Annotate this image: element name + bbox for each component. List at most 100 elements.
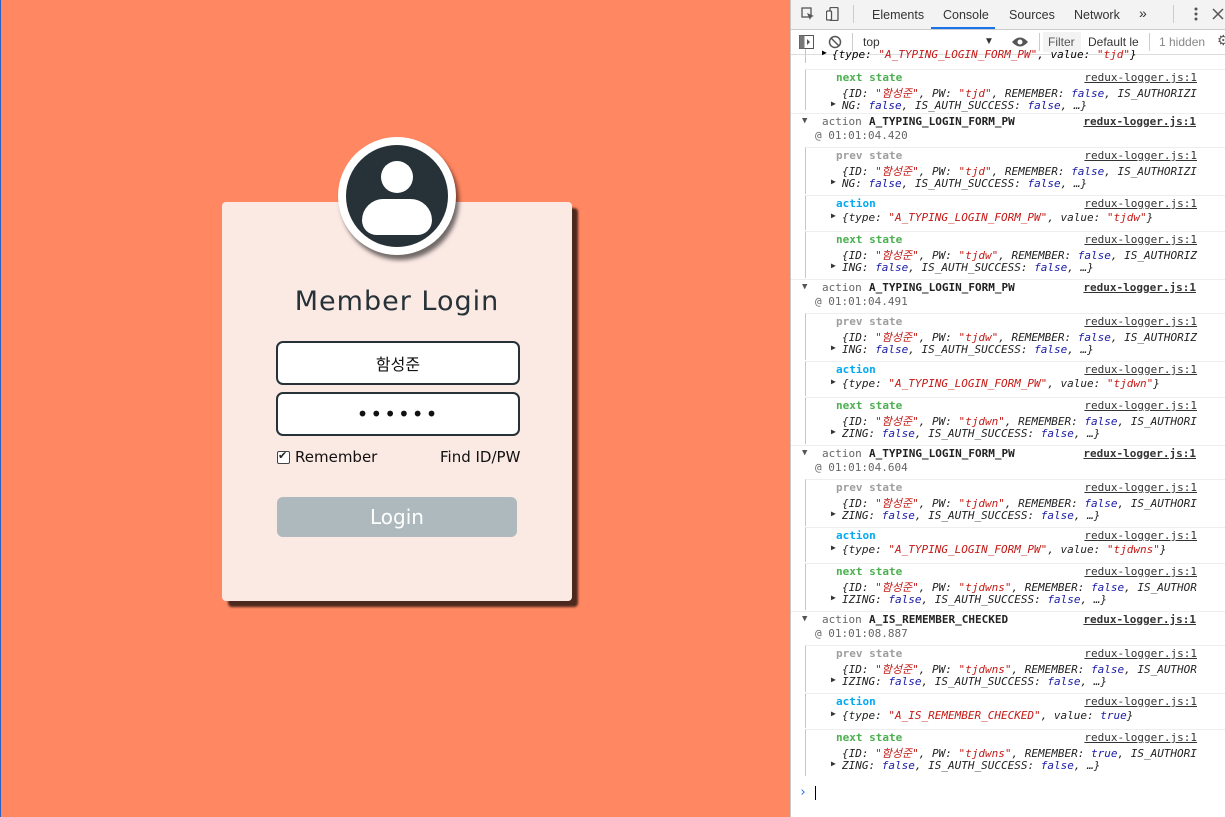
id-input[interactable]: 함성준 (276, 341, 520, 385)
device-toggle-icon[interactable] (826, 7, 840, 21)
eye-icon[interactable] (1011, 36, 1029, 48)
action-name: A_TYPING_LOGIN_FORM_PW (869, 115, 1015, 128)
tab-sources[interactable]: Sources (1009, 8, 1055, 22)
expand-triangle-icon[interactable]: ▶ (831, 675, 836, 684)
filter-input[interactable]: Filter (1048, 35, 1075, 49)
source-link[interactable]: redux-logger.js:1 (1084, 481, 1197, 494)
log-entry[interactable]: action redux-logger.js:1 ▶ {type: "A_TYPING… (805, 195, 1225, 230)
collapse-triangle-icon[interactable]: ▼ (802, 116, 807, 126)
log-line: NG: false, IS_AUTH_SUCCESS: false, …} (842, 99, 1088, 112)
log-entry[interactable]: prev state redux-logger.js:1 {ID: "함성준", P… (805, 147, 1225, 194)
source-link[interactable]: redux-logger.js:1 (1084, 529, 1197, 542)
collapse-triangle-icon[interactable]: ▼ (802, 282, 807, 292)
log-entry[interactable]: next state redux-logger.js:1 {ID: "함성준",… (805, 69, 1225, 112)
find-id-pw-link[interactable]: Find ID/PW (440, 448, 520, 466)
log-line: IZING: false, IS_AUTH_SUCCESS: false, …} (842, 593, 1107, 606)
log-line: {type: "A_TYPING_LOGIN_FORM_PW", value: … (842, 377, 1160, 390)
log-entry[interactable]: prev state redux-logger.js:1 {ID: "함성준", P… (805, 313, 1225, 360)
timestamp: @ 01:01:08.887 (815, 627, 908, 640)
action-word: action (822, 115, 862, 128)
source-link[interactable]: redux-logger.js:1 (1084, 647, 1197, 660)
next-state-label: next state (836, 233, 903, 246)
source-link[interactable]: redux-logger.js:1 (1084, 315, 1197, 328)
action-word: action (822, 447, 862, 460)
log-entry[interactable]: next state redux-logger.js:1 {ID: "함성준", P… (805, 729, 1225, 776)
expand-triangle-icon[interactable]: ▶ (831, 427, 836, 436)
expand-triangle-icon[interactable]: ▶ (831, 211, 836, 220)
action-name: A_IS_REMEMBER_CHECKED (869, 613, 1009, 626)
tab-console[interactable]: Console (943, 8, 989, 22)
remember-checkbox[interactable]: Remember (277, 448, 377, 466)
more-tabs-icon[interactable]: » (1139, 5, 1147, 21)
action-name: A_TYPING_LOGIN_FORM_PW (869, 447, 1015, 460)
console-input[interactable] (815, 786, 816, 800)
close-icon[interactable] (1211, 7, 1225, 21)
context-select[interactable]: top (863, 35, 880, 49)
inspect-element-icon[interactable] (801, 7, 815, 21)
source-link[interactable]: redux-logger.js:1 (1084, 731, 1197, 744)
log-entry[interactable]: next state redux-logger.js:1 {ID: "함성준", P… (805, 231, 1225, 278)
expand-triangle-icon[interactable]: ▶ (831, 709, 836, 718)
avatar (338, 137, 456, 255)
log-line: ING: false, IS_AUTH_SUCCESS: false, …} (842, 343, 1094, 356)
source-link[interactable]: redux-logger.js:1 (1084, 197, 1197, 210)
password-input[interactable]: •••••• (276, 392, 520, 436)
expand-triangle-icon[interactable]: ▶ (831, 509, 836, 518)
expand-triangle-icon[interactable]: ▶ (831, 177, 836, 186)
action-label: action (836, 529, 876, 542)
source-link[interactable]: redux-logger.js:1 (1084, 363, 1197, 376)
log-entry[interactable]: next state redux-logger.js:1 {ID: "함성준", P… (805, 563, 1225, 610)
log-line: {type: "A_IS_REMEMBER_CHECKED", value: t… (842, 709, 1134, 722)
expand-triangle-icon[interactable]: ▶ (831, 593, 836, 602)
clear-console-icon[interactable] (828, 35, 842, 49)
log-entry[interactable]: action redux-logger.js:1 ▶ {type: "A_TYPING… (805, 527, 1225, 562)
log-entry[interactable]: next state redux-logger.js:1 {ID: "함성준", P… (805, 397, 1225, 444)
expand-triangle-icon[interactable]: ▶ (831, 377, 836, 386)
source-link[interactable]: redux-logger.js:1 (1083, 613, 1196, 626)
log-entry[interactable]: prev state redux-logger.js:1 {ID: "함성준", P… (805, 645, 1225, 692)
collapse-triangle-icon[interactable]: ▼ (802, 448, 807, 458)
log-group-header[interactable]: ▼ action A_TYPING_LOGIN_FORM_PW redux-logge… (791, 113, 1225, 147)
log-line: {type: "A_TYPING_LOGIN_FORM_PW", value: … (842, 543, 1167, 556)
source-link[interactable]: redux-logger.js:1 (1084, 565, 1197, 578)
expand-triangle-icon[interactable]: ▶ (831, 543, 836, 552)
source-link[interactable]: redux-logger.js:1 (1083, 281, 1196, 294)
kebab-menu-icon[interactable] (1189, 7, 1203, 21)
log-levels-select[interactable]: Default le (1088, 35, 1139, 49)
log-group-header[interactable]: ▼ action A_IS_REMEMBER_CHECKED redux-logger… (791, 611, 1225, 645)
source-link[interactable]: redux-logger.js:1 (1084, 399, 1197, 412)
source-link[interactable]: redux-logger.js:1 (1084, 71, 1197, 84)
log-entry[interactable]: action redux-logger.js:1 ▶ {type: "A_TYPING… (805, 361, 1225, 396)
gear-icon[interactable]: ⚙ (1217, 32, 1225, 49)
timestamp: @ 01:01:04.604 (815, 461, 908, 474)
log-group-header[interactable]: ▼ action A_TYPING_LOGIN_FORM_PW redux-logge… (791, 445, 1225, 479)
prev-state-label: prev state (836, 149, 903, 162)
context-dropdown-icon[interactable]: ▼ (984, 36, 994, 47)
app-viewport: Member Login 함성준 •••••• Remember Find ID… (0, 0, 790, 817)
action-label: action (836, 197, 876, 210)
source-link[interactable]: redux-logger.js:1 (1084, 149, 1197, 162)
checkbox-checked-icon[interactable] (277, 449, 290, 464)
log-line: {type: "A_TYPING_LOGIN_FORM_PW", value: … (842, 211, 1154, 224)
expand-triangle-icon[interactable]: ▶ (831, 99, 836, 108)
log-group-header[interactable]: ▼ action A_TYPING_LOGIN_FORM_PW redux-logge… (791, 279, 1225, 313)
expand-triangle-icon[interactable]: ▶ (831, 759, 836, 768)
tab-elements[interactable]: Elements (872, 8, 924, 22)
source-link[interactable]: redux-logger.js:1 (1084, 695, 1197, 708)
timestamp: @ 01:01:04.420 (815, 129, 908, 142)
source-link[interactable]: redux-logger.js:1 (1083, 115, 1196, 128)
remember-label: Remember (295, 448, 378, 466)
source-link[interactable]: redux-logger.js:1 (1083, 447, 1196, 460)
sidebar-toggle-icon[interactable] (799, 35, 814, 49)
log-entry[interactable]: prev state redux-logger.js:1 {ID: "함성준", P… (805, 479, 1225, 526)
tab-network[interactable]: Network (1074, 8, 1120, 22)
action-word: action (822, 613, 862, 626)
expand-triangle-icon[interactable]: ▶ (831, 261, 836, 270)
console-prompt-icon: › (799, 785, 807, 800)
prev-state-label: prev state (836, 315, 903, 328)
collapse-triangle-icon[interactable]: ▼ (802, 614, 807, 624)
log-entry[interactable]: action redux-logger.js:1 ▶ {type: "A_IS_REM… (805, 693, 1225, 728)
source-link[interactable]: redux-logger.js:1 (1084, 233, 1197, 246)
expand-triangle-icon[interactable]: ▶ (831, 343, 836, 352)
login-button[interactable]: Login (277, 497, 517, 537)
